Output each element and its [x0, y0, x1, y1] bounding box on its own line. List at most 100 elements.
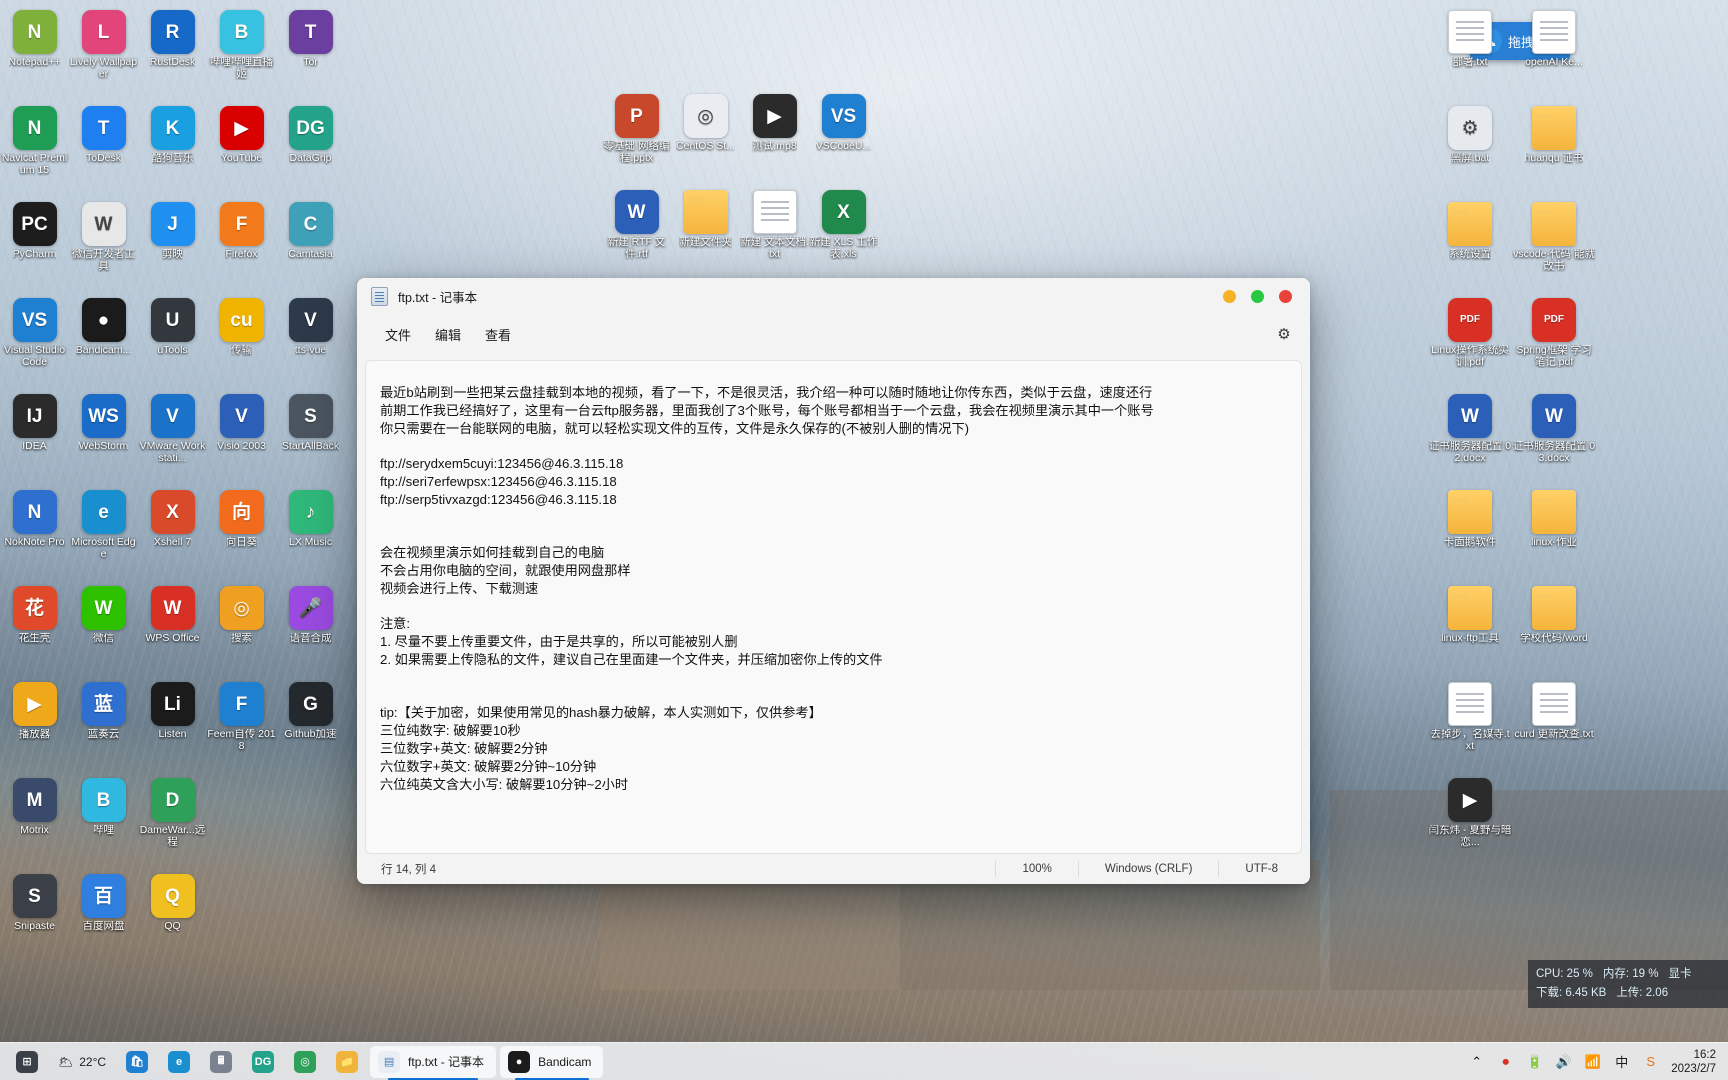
- desktop-icon[interactable]: curd 更新改查.txt: [1512, 676, 1596, 772]
- desktop-icon-grid-left[interactable]: N Notepad++ L Lively Wallpaper R RustDesk B 哔哩哔…: [0, 4, 345, 964]
- desktop-icon[interactable]: 新建文件夹: [671, 184, 740, 280]
- record-icon[interactable]: ⏺: [1497, 1053, 1514, 1070]
- zoom-level[interactable]: 100%: [995, 861, 1077, 877]
- battery-icon[interactable]: 🔋: [1526, 1053, 1543, 1070]
- menu-file[interactable]: 文件: [373, 320, 423, 349]
- ime-chinese-icon[interactable]: 中: [1613, 1053, 1630, 1070]
- notepad-text-area[interactable]: 最近b站刷到一些把某云盘挂载到本地的视频，看了一下，不是很灵活，我介绍一种可以随…: [365, 360, 1302, 854]
- notepad-content[interactable]: 最近b站刷到一些把某云盘挂载到本地的视频，看了一下，不是很灵活，我介绍一种可以随…: [380, 384, 1291, 793]
- desktop-icon[interactable]: ▶ 闫东炜 - 夏野与暗恋...: [1428, 772, 1512, 868]
- desktop-icon[interactable]: W 微信: [69, 580, 138, 676]
- desktop-icon[interactable]: 向向日葵: [207, 484, 276, 580]
- desktop-icon[interactable]: C Camtasia: [276, 196, 345, 292]
- desktop-icon[interactable]: G Github加速: [276, 676, 345, 772]
- desktop-icon[interactable]: VS Visual Studio Code: [0, 292, 69, 388]
- desktop-icon[interactable]: N Navicat Premium 15: [0, 100, 69, 196]
- desktop-icon[interactable]: D DameWar...远程: [138, 772, 207, 868]
- desktop-icon[interactable]: IJ IDEA: [0, 388, 69, 484]
- desktop-icon[interactable]: F Firefox: [207, 196, 276, 292]
- desktop-icon[interactable]: cu 传输: [207, 292, 276, 388]
- taskbar[interactable]: ⊞ 🌥 22°C 🛍 e 🖩 DG ◎ 📁 ▤ ftp.txt - 记事本 ● Bandicam ⌃ ⏺…: [0, 1042, 1728, 1080]
- taskbar-app-file-explorer[interactable]: 📁: [328, 1046, 366, 1078]
- desktop-icon-grid-middle[interactable]: P 零基础 网络编程.pptx ◎ CentOS St... ▶ 测试.mp8 VS VSCo…: [602, 88, 878, 280]
- desktop-icon[interactable]: linux-作业: [1512, 484, 1596, 580]
- taskbar-app-edge[interactable]: e: [160, 1046, 198, 1078]
- maximize-button[interactable]: [1251, 289, 1264, 303]
- notepad-menubar[interactable]: 文件 编辑 查看 ⚙: [357, 314, 1310, 354]
- desktop-icon[interactable]: VS VSCodeU...: [809, 88, 878, 184]
- desktop-icon[interactable]: UuTools: [138, 292, 207, 388]
- chevron-up-icon[interactable]: ⌃: [1468, 1053, 1485, 1070]
- desktop-icon[interactable]: Li Listen: [138, 676, 207, 772]
- desktop-icon[interactable]: N Notepad++: [0, 4, 69, 100]
- desktop-icon[interactable]: WS WebStorm: [69, 388, 138, 484]
- desktop-icon[interactable]: W 证书服务器配置 02.docx: [1428, 388, 1512, 484]
- taskbar-app-microsoft-store[interactable]: 🛍: [118, 1046, 156, 1078]
- sogou-icon[interactable]: S: [1642, 1053, 1659, 1070]
- desktop-icon[interactable]: 花花生壳: [0, 580, 69, 676]
- desktop-icon[interactable]: 新建 文本文档.txt: [740, 184, 809, 280]
- desktop-icon[interactable]: Vtts-vue: [276, 292, 345, 388]
- desktop-icon[interactable]: ◎ CentOS St...: [671, 88, 740, 184]
- taskbar-window-notepad[interactable]: ▤ ftp.txt - 记事本: [370, 1045, 497, 1080]
- desktop-icon[interactable]: ● Bandicam...: [69, 292, 138, 388]
- desktop-icon[interactable]: X 新建 XLS 工作表.xls: [809, 184, 878, 280]
- desktop-icon[interactable]: ▶ 播放器: [0, 676, 69, 772]
- desktop-icon[interactable]: 部署.txt: [1428, 4, 1512, 100]
- taskbar-weather[interactable]: 🌥 22°C: [50, 1055, 114, 1069]
- desktop-icon[interactable]: 蓝蓝奏云: [69, 676, 138, 772]
- encoding[interactable]: UTF-8: [1218, 861, 1304, 877]
- desktop-icon[interactable]: 百百度网盘: [69, 868, 138, 964]
- line-ending[interactable]: Windows (CRLF): [1077, 861, 1219, 877]
- minimize-button[interactable]: [1223, 289, 1236, 303]
- desktop-icon[interactable]: e Microsoft Edge: [69, 484, 138, 580]
- desktop-icon[interactable]: PC PyCharm: [0, 196, 69, 292]
- desktop-icon[interactable]: DG DataGrip: [276, 100, 345, 196]
- desktop-icon[interactable]: W 新建 RTF 文件.rtf: [602, 184, 671, 280]
- desktop-icon[interactable]: W 证书服务器配置 03.docx: [1512, 388, 1596, 484]
- gear-icon[interactable]: ⚙: [1270, 320, 1298, 348]
- desktop-icon[interactable]: J 剪映: [138, 196, 207, 292]
- notepad-titlebar[interactable]: ftp.txt - 记事本: [357, 278, 1310, 314]
- desktop-icon[interactable]: B 哔哩哔哩直播姬: [207, 4, 276, 100]
- desktop-icon[interactable]: 系统设置: [1428, 196, 1512, 292]
- taskbar-app-datagrip[interactable]: DG: [244, 1046, 282, 1078]
- desktop-icon[interactable]: T ToDesk: [69, 100, 138, 196]
- desktop-icon[interactable]: S StartAllBack: [276, 388, 345, 484]
- desktop-icon[interactable]: V VMware Workstati...: [138, 388, 207, 484]
- desktop-icon[interactable]: Q QQ: [138, 868, 207, 964]
- desktop-icon[interactable]: V Visio 2003: [207, 388, 276, 484]
- window-controls[interactable]: [1223, 289, 1310, 303]
- desktop-icon[interactable]: F Feem自传 2018: [207, 676, 276, 772]
- desktop-icon[interactable]: openAI Ke...: [1512, 4, 1596, 100]
- desktop-icon[interactable]: X Xshell 7: [138, 484, 207, 580]
- volume-icon[interactable]: 🔊: [1555, 1053, 1572, 1070]
- desktop-icon[interactable]: M Motrix: [0, 772, 69, 868]
- desktop-icon[interactable]: ⚙ 黑屏.bat: [1428, 100, 1512, 196]
- desktop-icon[interactable]: PDF Spring框架 学习笔记.pdf: [1512, 292, 1596, 388]
- menu-view[interactable]: 查看: [473, 320, 523, 349]
- desktop-icon[interactable]: ▶ 测试.mp8: [740, 88, 809, 184]
- desktop-icon[interactable]: 学校代码/word: [1512, 580, 1596, 676]
- taskbar-app-list[interactable]: ⊞ 🌥 22°C 🛍 e 🖩 DG ◎ 📁 ▤ ftp.txt - 记事本 ● Bandicam: [0, 1045, 604, 1080]
- taskbar-app-start[interactable]: ⊞: [8, 1046, 46, 1078]
- close-button[interactable]: [1279, 289, 1292, 303]
- taskbar-app-calculator[interactable]: 🖩: [202, 1046, 240, 1078]
- desktop[interactable]: ☁ 拖拽上传 NNotepad++LLively WallpaperRRustD…: [0, 0, 1728, 1080]
- desktop-icon[interactable]: linux-ftp工具: [1428, 580, 1512, 676]
- system-tray[interactable]: ⌃ ⏺ 🔋 🔊 📶 中 S 16:2 2023/2/7: [1468, 1048, 1728, 1076]
- desktop-icon[interactable]: B 哔哩: [69, 772, 138, 868]
- desktop-icon[interactable]: ◎ 搜索: [207, 580, 276, 676]
- desktop-icon[interactable]: huanqu 证书: [1512, 100, 1596, 196]
- taskbar-window-bandicam[interactable]: ● Bandicam: [500, 1045, 604, 1080]
- desktop-icon[interactable]: W WPS Office: [138, 580, 207, 676]
- desktop-icon[interactable]: W 微信开发者工具: [69, 196, 138, 292]
- desktop-icon[interactable]: R RustDesk: [138, 4, 207, 100]
- desktop-icon[interactable]: ♪ LX Music: [276, 484, 345, 580]
- desktop-icon[interactable]: S Snipaste: [0, 868, 69, 964]
- taskbar-app-chrome[interactable]: ◎: [286, 1046, 324, 1078]
- wifi-icon[interactable]: 📶: [1584, 1053, 1601, 1070]
- desktop-icon[interactable]: ▶ YouTube: [207, 100, 276, 196]
- desktop-icon[interactable]: K 酷狗音乐: [138, 100, 207, 196]
- desktop-icon[interactable]: P 零基础 网络编程.pptx: [602, 88, 671, 184]
